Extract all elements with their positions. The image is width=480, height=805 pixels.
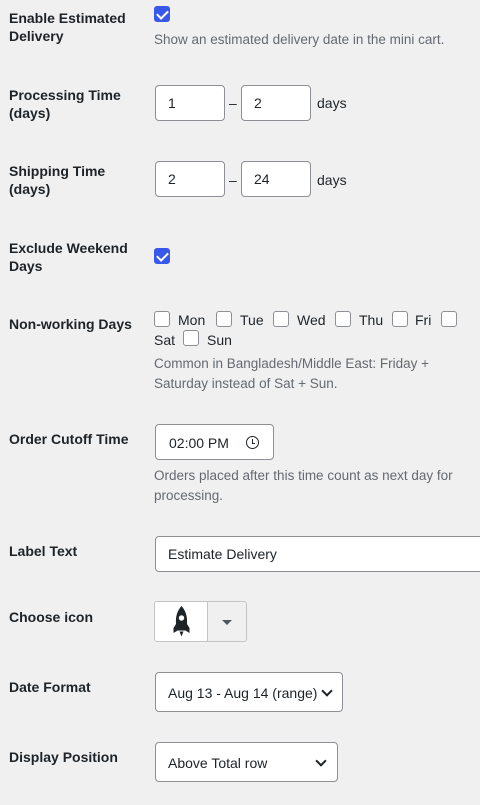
display-position-label: Display Position — [9, 749, 118, 765]
day-checkbox-sat[interactable] — [441, 311, 457, 327]
exclude-weekend-checkbox[interactable] — [154, 248, 170, 264]
label-text-input[interactable]: Estimate Delivery — [155, 536, 480, 572]
day-label-fri: Fri — [415, 312, 432, 328]
shipping-time-max-input[interactable]: 24 — [241, 161, 311, 197]
date-format-label: Date Format — [9, 679, 91, 695]
clock-icon[interactable] — [246, 436, 259, 449]
shipping-time-separator: – — [229, 172, 237, 188]
processing-time-separator: – — [229, 95, 237, 111]
shipping-time-min-input[interactable]: 2 — [155, 161, 225, 197]
estimated-delivery-description: Show an estimated delivery date in the m… — [154, 32, 445, 47]
icon-preview[interactable] — [155, 602, 208, 641]
order-cutoff-time-input[interactable]: 02:00 PM — [155, 424, 274, 460]
shipping-time-unit: days — [317, 172, 347, 188]
icon-picker[interactable] — [154, 601, 247, 642]
label-text-label: Label Text — [9, 543, 78, 559]
day-label-sun: Sun — [207, 332, 232, 348]
date-format-select[interactable]: Aug 13 - Aug 14 (range) — [155, 672, 343, 712]
processing-time-label: Processing Time (days) — [9, 87, 121, 121]
non-working-days-description: Common in Bangladesh/Middle East: Friday… — [154, 356, 430, 391]
processing-time-unit: days — [317, 95, 347, 111]
day-checkbox-thu[interactable] — [335, 311, 351, 327]
shipping-time-label: Shipping Time (days) — [9, 163, 106, 197]
display-position-select[interactable]: Above Total row — [155, 742, 338, 782]
order-cutoff-description: Orders placed after this time count as n… — [154, 468, 453, 503]
day-label-sat: Sat — [154, 332, 176, 348]
chevron-down-icon — [315, 755, 327, 767]
processing-time-min-input[interactable]: 1 — [155, 85, 225, 121]
estimated-delivery-label: Enable Estimated Delivery — [9, 10, 126, 44]
icon-dropdown-toggle[interactable] — [208, 602, 246, 641]
day-label-thu: Thu — [359, 312, 384, 328]
date-format-selected: Aug 13 - Aug 14 (range) — [168, 685, 318, 701]
day-checkbox-tue[interactable] — [216, 311, 232, 327]
display-position-selected: Above Total row — [168, 755, 268, 771]
day-checkbox-mon[interactable] — [154, 311, 170, 327]
rocket-icon — [173, 606, 190, 637]
day-checkbox-sun[interactable] — [183, 330, 199, 346]
day-label-tue: Tue — [240, 312, 264, 328]
non-working-days-label: Non-working Days — [9, 316, 132, 332]
order-cutoff-value: 02:00 PM — [169, 435, 229, 451]
estimated-delivery-checkbox[interactable] — [154, 6, 170, 22]
processing-time-max-input[interactable]: 2 — [241, 85, 311, 121]
order-cutoff-label: Order Cutoff Time — [9, 431, 129, 447]
day-checkbox-fri[interactable] — [392, 311, 408, 327]
chevron-down-icon — [321, 685, 333, 697]
day-checkbox-wed[interactable] — [273, 311, 289, 327]
choose-icon-label: Choose icon — [9, 609, 94, 625]
day-label-mon: Mon — [178, 312, 206, 328]
day-label-wed: Wed — [297, 312, 326, 328]
exclude-weekend-label: Exclude Weekend Days — [9, 240, 128, 274]
